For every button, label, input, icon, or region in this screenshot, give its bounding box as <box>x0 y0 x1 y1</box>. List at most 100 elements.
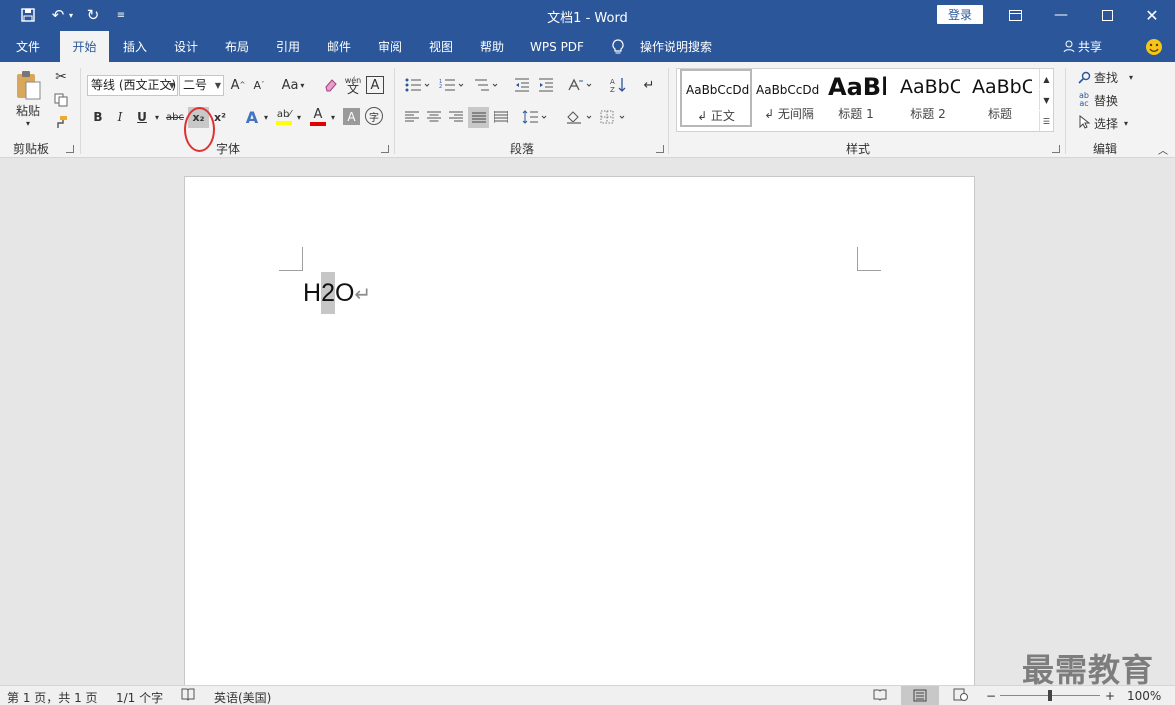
highlight-color-icon[interactable]: ab⁄ <box>274 106 294 128</box>
align-center-icon[interactable] <box>425 109 443 125</box>
styles-more-icon[interactable]: ☰ <box>1039 111 1053 131</box>
redo-icon[interactable]: ↻ <box>82 4 104 26</box>
highlight-dropdown-icon[interactable]: ▾ <box>295 110 303 124</box>
italic-button[interactable]: I <box>111 108 129 126</box>
tab-design[interactable]: 设计 <box>162 31 210 62</box>
zoom-slider-thumb[interactable] <box>1048 690 1052 701</box>
borders-icon[interactable] <box>599 109 629 125</box>
ribbon-display-icon[interactable] <box>992 0 1038 30</box>
select-cursor-icon[interactable] <box>1076 114 1092 130</box>
format-painter-icon[interactable] <box>52 113 70 131</box>
document-text[interactable]: H2O↵ <box>303 272 371 314</box>
style-heading-1[interactable]: AaBl 标题 1 <box>826 69 886 127</box>
tab-help[interactable]: 帮助 <box>468 31 516 62</box>
tab-home[interactable]: 开始 <box>60 31 109 62</box>
minimize-icon[interactable]: — <box>1038 0 1084 30</box>
web-layout-icon[interactable] <box>953 688 968 704</box>
find-icon[interactable] <box>1076 69 1092 85</box>
style-no-spacing[interactable]: AaBbCcDd ↲ 无间隔 <box>753 69 825 127</box>
font-launcher-icon[interactable] <box>381 145 389 153</box>
cut-icon[interactable]: ✂ <box>52 68 70 86</box>
select-dropdown-icon[interactable]: ▾ <box>1121 115 1131 131</box>
share-button[interactable]: 共享 <box>1078 31 1112 62</box>
tab-review[interactable]: 审阅 <box>366 31 414 62</box>
zoom-in-icon[interactable]: + <box>1105 689 1115 703</box>
copy-icon[interactable] <box>52 91 70 109</box>
paste-button[interactable]: 粘贴 <box>10 102 46 118</box>
replace-icon[interactable]: ab ac <box>1075 91 1093 109</box>
paste-icon[interactable] <box>12 68 44 102</box>
document-page[interactable]: H2O↵ <box>184 176 975 696</box>
customize-toolbar-icon[interactable]: ≡ <box>110 4 132 26</box>
tab-references[interactable]: 引用 <box>264 31 312 62</box>
page-count[interactable]: 第 1 页，共 1 页 <box>7 689 98 705</box>
decrease-indent-icon[interactable] <box>512 76 532 94</box>
select-button[interactable]: 选择 <box>1094 115 1122 131</box>
tab-insert[interactable]: 插入 <box>111 31 159 62</box>
clipboard-launcher-icon[interactable] <box>66 145 74 153</box>
text-effects-icon[interactable]: A <box>242 107 262 127</box>
proofing-icon[interactable] <box>181 688 195 704</box>
undo-dropdown-icon[interactable]: ▾ <box>66 4 76 26</box>
replace-button[interactable]: 替换 <box>1094 92 1124 108</box>
find-button[interactable]: 查找 <box>1094 69 1124 85</box>
style-heading-2[interactable]: AaBbC 标题 2 <box>896 69 960 127</box>
character-shading-icon[interactable]: A <box>343 108 360 125</box>
collapse-ribbon-icon[interactable]: ︿ <box>1156 142 1170 157</box>
phonetic-guide-button[interactable]: wén 文 <box>343 74 363 96</box>
line-spacing-icon[interactable] <box>521 109 549 125</box>
align-left-icon[interactable] <box>403 109 421 125</box>
close-icon[interactable]: ✕ <box>1129 0 1175 30</box>
zoom-out-icon[interactable]: − <box>986 689 996 703</box>
font-color-dropdown-icon[interactable]: ▾ <box>329 110 337 124</box>
clear-formatting-icon[interactable] <box>322 76 340 94</box>
enclose-characters-icon[interactable]: 字 <box>365 107 383 125</box>
grow-font-icon[interactable]: A ^ <box>229 76 247 94</box>
save-icon[interactable] <box>17 4 39 26</box>
maximize-icon[interactable] <box>1084 0 1130 30</box>
zoom-level[interactable]: 100% <box>1127 689 1161 703</box>
share-icon[interactable] <box>1060 31 1078 62</box>
bold-button[interactable]: B <box>89 108 107 126</box>
smiley-icon[interactable] <box>1142 31 1166 62</box>
underline-dropdown-icon[interactable]: ▾ <box>152 110 162 124</box>
font-size-combo[interactable]: 二号 ▼ <box>179 75 224 96</box>
multilevel-list-icon[interactable] <box>472 76 500 94</box>
styles-scroll-up-icon[interactable]: ▲ <box>1039 69 1053 89</box>
character-border-icon[interactable]: A <box>366 76 384 94</box>
tell-me-search[interactable]: 操作说明搜索 <box>634 31 718 62</box>
style-normal[interactable]: AaBbCcDd ↲ 正文 <box>680 69 752 127</box>
paste-dropdown-icon[interactable]: ▾ <box>22 118 34 128</box>
shading-icon[interactable] <box>564 109 594 125</box>
bullets-icon[interactable] <box>404 76 432 94</box>
change-case-button[interactable]: Aa ▾ <box>278 76 308 94</box>
find-dropdown-icon[interactable]: ▾ <box>1126 69 1136 85</box>
sort-icon[interactable]: AZ <box>608 76 628 94</box>
tab-mailings[interactable]: 邮件 <box>315 31 363 62</box>
tab-layout[interactable]: 布局 <box>213 31 261 62</box>
align-right-icon[interactable] <box>447 109 465 125</box>
print-layout-icon[interactable] <box>901 686 939 705</box>
login-button[interactable]: 登录 <box>937 5 983 24</box>
word-count[interactable]: 1/1 个字 <box>116 689 163 705</box>
strikethrough-button[interactable]: abc <box>165 108 185 126</box>
tab-wps-pdf[interactable]: WPS PDF <box>524 31 590 62</box>
font-color-icon[interactable]: A <box>308 106 328 128</box>
font-name-combo[interactable]: 等线 (西文正文) ▼ <box>87 75 178 96</box>
styles-scroll-down-icon[interactable]: ▼ <box>1039 90 1053 110</box>
tab-file[interactable]: 文件 <box>4 31 52 62</box>
language[interactable]: 英语(美国) <box>214 689 271 705</box>
read-mode-icon[interactable] <box>873 688 887 704</box>
paragraph-launcher-icon[interactable] <box>656 145 664 153</box>
underline-button[interactable]: U <box>133 108 151 126</box>
chinese-layout-icon[interactable] <box>566 76 594 94</box>
increase-indent-icon[interactable] <box>536 76 556 94</box>
numbering-icon[interactable]: 12 <box>438 76 466 94</box>
shrink-font-icon[interactable]: Aˇ <box>250 76 268 94</box>
justify-icon[interactable] <box>468 107 489 128</box>
text-effects-dropdown-icon[interactable]: ▾ <box>262 110 270 124</box>
style-title[interactable]: AaBbC 标题 <box>968 69 1032 127</box>
styles-launcher-icon[interactable] <box>1052 145 1060 153</box>
distributed-icon[interactable] <box>492 109 510 125</box>
tab-view[interactable]: 视图 <box>417 31 465 62</box>
